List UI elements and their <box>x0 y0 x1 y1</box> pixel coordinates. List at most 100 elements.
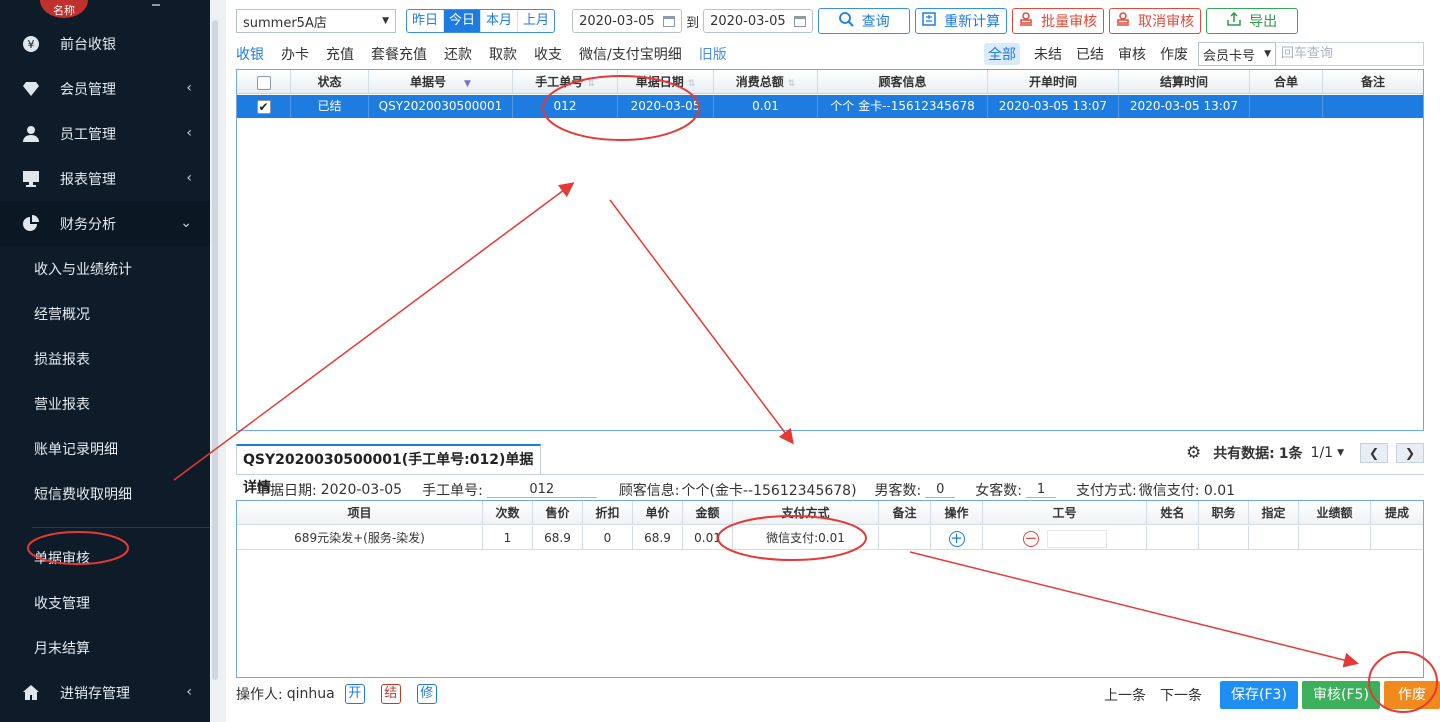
detail-info: 单据日期: 2020-03-05 手工单号: 012 顾客信息: 个个(金卡--… <box>256 482 1236 499</box>
sidebar-sub-bill-records[interactable]: 账单记录明细 <box>0 426 210 471</box>
sidebar-sub-sms-fees[interactable]: 短信费收取明细 <box>0 471 210 516</box>
query-button[interactable]: 查询 <box>818 8 911 34</box>
col-customer[interactable]: 顾客信息 <box>818 70 988 94</box>
export-button[interactable]: 导出 <box>1206 8 1299 34</box>
audit-button[interactable]: 审核(F5) <box>1302 681 1380 709</box>
filter-voided[interactable]: 作废 <box>1160 44 1188 64</box>
period-today[interactable]: 今日 <box>444 10 482 32</box>
void-button[interactable]: 作废 <box>1384 681 1440 709</box>
calendar-icon[interactable] <box>663 15 676 27</box>
sidebar-item-finance[interactable]: 财务分析 ⌄ <box>0 201 210 246</box>
sidebar-sub-overview[interactable]: 经营概况 <box>0 291 210 336</box>
search-type-select[interactable]: 会员卡号 ▼ <box>1198 42 1276 66</box>
tab-cashier[interactable]: 收银 <box>236 44 264 64</box>
add-icon[interactable]: + <box>948 530 965 547</box>
col-manual-no[interactable]: 手工单号 ⇅ <box>513 70 618 94</box>
tab-income-expense[interactable]: 收支 <box>534 44 562 64</box>
next-record-link[interactable]: 下一条 <box>1160 685 1202 705</box>
tab-card[interactable]: 办卡 <box>281 44 309 64</box>
col-date[interactable]: 单据日期 ⇅ <box>618 70 714 94</box>
sidebar-item-cashier[interactable]: ¥ 前台收银 <box>0 21 210 66</box>
dcell-assigned <box>1249 526 1299 550</box>
divider <box>236 474 1424 475</box>
col-total[interactable]: 消费总额 ⇅ <box>714 70 818 94</box>
filter-settled[interactable]: 已结 <box>1076 44 1104 64</box>
dcol-amount: 金额 <box>683 501 733 525</box>
select-all-checkbox[interactable] <box>256 75 271 90</box>
filter-all[interactable]: 全部 <box>984 43 1020 65</box>
tab-recharge[interactable]: 充值 <box>326 44 354 64</box>
batch-audit-button[interactable]: 批量审核 <box>1012 8 1105 34</box>
sidebar-item-inventory[interactable]: 进销存管理 ‹ <box>0 670 210 715</box>
caret-down-icon[interactable]: ▼ <box>1337 448 1344 458</box>
open-button[interactable]: 开 <box>344 684 365 704</box>
dcol-note: 备注 <box>879 501 931 525</box>
caret-down-icon: ▼ <box>382 16 389 26</box>
col-status[interactable]: 状态 <box>291 70 369 94</box>
filter-unsettled[interactable]: 未结 <box>1034 44 1062 64</box>
pie-chart-icon <box>22 214 40 233</box>
sidebar-item-label: 员工管理 <box>60 126 116 143</box>
gear-icon[interactable]: ⚙ <box>1186 443 1201 463</box>
col-open-time[interactable]: 开单时间 <box>988 70 1119 94</box>
col-merge[interactable]: 合单 <box>1250 70 1323 94</box>
male-count-field[interactable]: 0 <box>925 482 956 498</box>
tab-old-version[interactable]: 旧版 <box>699 44 727 64</box>
chevron-left-icon: ‹ <box>186 80 192 96</box>
detail-row[interactable]: 689元染发+(服务-染发) 1 68.9 0 68.9 0.01 微信支付:0… <box>237 526 1423 550</box>
remove-icon[interactable]: − <box>1023 530 1039 547</box>
footer-actions: 上一条 下一条 保存(F3) 审核(F5) 作废 <box>1104 681 1440 709</box>
sidebar-sub-income-expense[interactable]: 收支管理 <box>0 580 210 625</box>
sort-icon: ⇅ <box>687 79 696 89</box>
store-select[interactable]: summer5A店 ▼ <box>236 9 396 33</box>
period-this-month[interactable]: 本月 <box>481 10 519 32</box>
calendar-icon[interactable] <box>794 15 807 27</box>
manual-no-field[interactable]: 012 <box>486 482 597 498</box>
sidebar-sub-bill-audit[interactable]: 单据审核 <box>0 535 210 580</box>
search-input[interactable]: 回车查询 <box>1276 42 1424 66</box>
page-select[interactable]: 1/1 <box>1311 445 1334 461</box>
save-button[interactable]: 保存(F3) <box>1220 681 1298 709</box>
table-row[interactable]: ✔ 已结 QSY2020030500001 012 2020-03-05 0.0… <box>237 95 1423 118</box>
date-to-field[interactable]: 2020-03-05 <box>703 9 814 33</box>
dcol-commission: 提成 <box>1384 506 1409 520</box>
female-count-field[interactable]: 1 <box>1025 482 1056 498</box>
tab-withdraw[interactable]: 取款 <box>489 44 517 64</box>
detail-tab[interactable]: QSY2020030500001(手工单号:012)单据详情 <box>236 444 541 496</box>
period-yesterday[interactable]: 昨日 <box>407 10 445 32</box>
col-settle-time[interactable]: 结算时间 <box>1119 70 1250 94</box>
date-from-field[interactable]: 2020-03-05 <box>572 9 683 33</box>
sidebar-sub-income-stats[interactable]: 收入与业绩统计 <box>0 246 210 291</box>
edit-button[interactable]: 修 <box>416 684 437 704</box>
cell-bill-no: QSY2020030500001 <box>369 95 513 118</box>
cell-note <box>1323 95 1423 118</box>
next-page-button[interactable]: ❯ <box>1396 443 1424 463</box>
sort-icon: ⇅ <box>587 79 595 89</box>
sidebar-item-staff[interactable]: 员工管理 ‹ <box>0 111 210 156</box>
detail-grid: 项目 次数 售价 折扣 单价 金额 支付方式 备注 操作 工号 姓名 职务 指定… <box>236 500 1424 678</box>
settle-button[interactable]: 结 <box>380 684 401 704</box>
main-panel: summer5A店 ▼ 昨日 今日 本月 上月 2020-03-05 到 202… <box>226 0 1440 722</box>
sidebar-sub-profit-loss[interactable]: 损益报表 <box>0 336 210 381</box>
filter-audited[interactable]: 审核 <box>1118 44 1146 64</box>
tab-repayment[interactable]: 还款 <box>444 44 472 64</box>
col-bill-no[interactable]: 单据号 ▼ <box>369 70 513 94</box>
sidebar-scrollbar[interactable] <box>212 20 218 680</box>
period-last-month[interactable]: 上月 <box>518 10 554 32</box>
tab-wechat-alipay[interactable]: 微信/支付宝明细 <box>579 44 682 64</box>
sidebar-item-label: 报表管理 <box>60 171 116 188</box>
prev-page-button[interactable]: ❮ <box>1360 443 1388 463</box>
cancel-audit-button[interactable]: 取消审核 <box>1109 8 1202 34</box>
staff-no-input[interactable] <box>1046 529 1107 548</box>
sidebar-sub-business-report[interactable]: 营业报表 <box>0 381 210 426</box>
tab-package-recharge[interactable]: 套餐充值 <box>371 44 427 64</box>
bill-grid: 状态 单据号 ▼ 手工单号 ⇅ 单据日期 ⇅ 消费总额 ⇅ 顾客信息 开单时间 结算时间… <box>236 69 1424 431</box>
prev-record-link[interactable]: 上一条 <box>1104 685 1146 705</box>
recalculate-button[interactable]: 重新计算 <box>915 8 1008 34</box>
sidebar-item-reports[interactable]: 报表管理 ‹ <box>0 156 210 201</box>
row-checkbox[interactable]: ✔ <box>256 99 271 114</box>
menu-toggle-icon[interactable] <box>152 0 160 6</box>
col-note[interactable]: 备注 <box>1323 70 1423 94</box>
sidebar-sub-month-end[interactable]: 月末结算 <box>0 625 210 670</box>
sidebar-item-members[interactable]: 会员管理 ‹ <box>0 66 210 111</box>
